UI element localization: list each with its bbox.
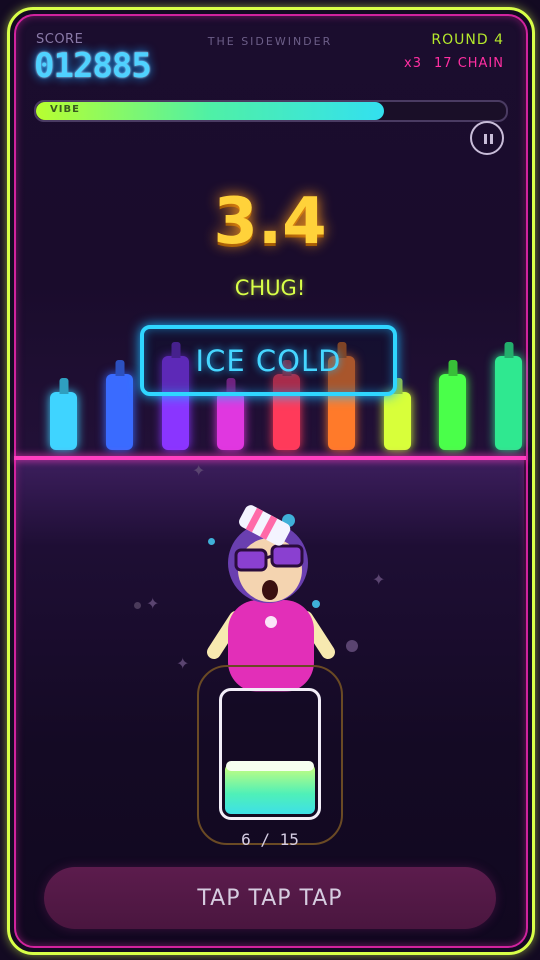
- bottle-neck: [59, 378, 68, 394]
- chain-count: 17 CHAIN: [434, 56, 504, 71]
- liquor-bottle: [217, 378, 244, 450]
- bar-counter-line: [14, 456, 526, 460]
- round-indicator: ROUND 4: [431, 32, 504, 48]
- vibe-meter-fill: [36, 102, 384, 120]
- vibe-label: VIBE: [50, 104, 80, 115]
- glass-foam: [226, 761, 314, 771]
- bottle-neck: [448, 360, 457, 376]
- vibe-meter: VIBE: [34, 100, 508, 122]
- tap-button-label: TAP TAP TAP: [197, 885, 343, 911]
- tap-button[interactable]: TAP TAP TAP: [44, 867, 496, 929]
- chug-prompt: CHUG!: [234, 276, 306, 300]
- liquor-bottle: [106, 360, 133, 450]
- multiplier: x3: [404, 56, 423, 71]
- glass-progress: 6 / 15: [241, 830, 299, 849]
- liquor-bottle: [495, 342, 522, 450]
- bottle-neck: [504, 342, 513, 358]
- sparkle-icon: ✦: [146, 594, 160, 613]
- chain-indicator: x3 17 CHAIN: [404, 56, 504, 71]
- neon-sign-text: ICE COLD: [195, 343, 342, 378]
- pause-button[interactable]: [470, 121, 504, 155]
- sparkle-icon: ✦: [192, 461, 206, 480]
- glass-fill-level: [225, 764, 315, 814]
- liquor-bottle: [384, 378, 411, 450]
- sparkle-icon: ✦: [372, 570, 386, 589]
- liquor-bottle: [50, 378, 77, 450]
- beer-glass: [219, 688, 321, 820]
- splash-droplet: [134, 602, 141, 609]
- game-screen: SCORE 012885 THE SIDEWINDER ROUND 4 x3 17…: [0, 0, 540, 960]
- liquor-bottle: [439, 360, 466, 450]
- neon-sign: ICE COLD: [140, 325, 397, 396]
- score-value: 012885: [34, 46, 152, 86]
- countdown-timer: 3.4: [213, 185, 327, 259]
- bottle-neck: [115, 360, 124, 376]
